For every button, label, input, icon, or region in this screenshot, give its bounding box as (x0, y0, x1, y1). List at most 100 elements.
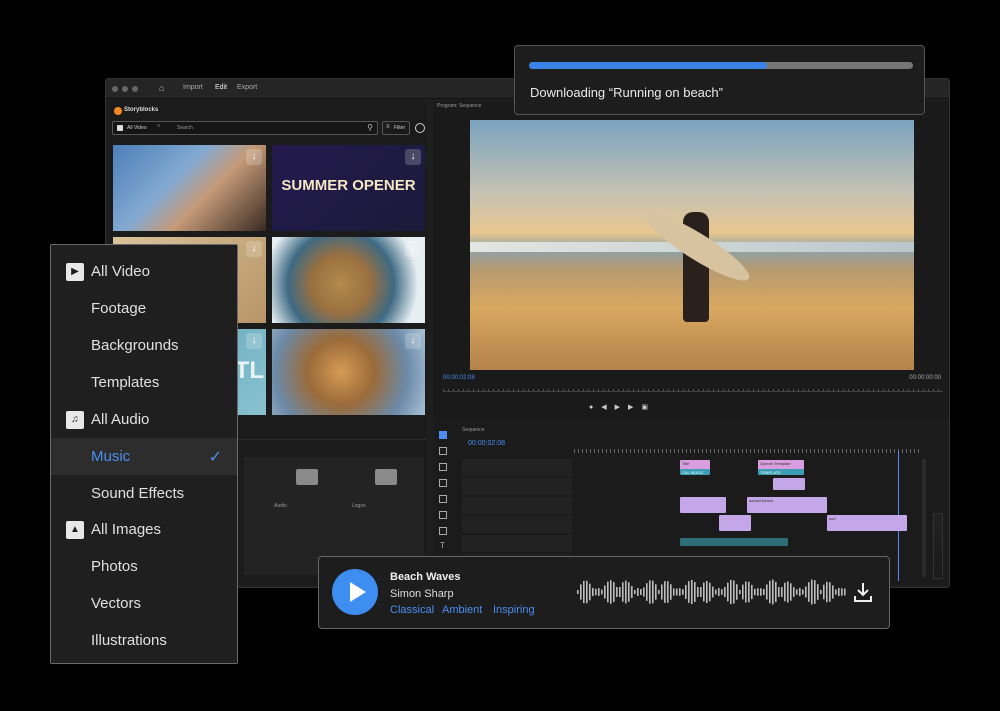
track-select-icon[interactable] (439, 447, 447, 455)
folder-icon[interactable] (375, 469, 397, 485)
waveform-bar (604, 585, 606, 599)
checkmark-icon: ✓ (208, 449, 222, 466)
timeline-clip[interactable] (680, 538, 788, 546)
download-icon[interactable]: ↓ (246, 333, 262, 349)
dropdown-item-all-images[interactable]: ▲ All Images (51, 511, 237, 548)
video-thumbnail-friends[interactable]: ↓ (113, 145, 266, 231)
program-scrubber[interactable] (443, 389, 943, 392)
video-thumbnail-summer-opener[interactable]: SUMMER OPENER ↓ (272, 145, 425, 231)
waveform-bar (826, 581, 828, 603)
dropdown-item-label: Sound Effects (91, 485, 185, 502)
timeline-clip[interactable] (680, 497, 726, 513)
waveform-bar (643, 587, 645, 597)
razor-tool-icon[interactable] (439, 479, 447, 487)
waveform-bar (598, 588, 600, 596)
timeline-clip[interactable]: CAL MUSIC TITLE (680, 469, 710, 475)
account-icon[interactable] (415, 123, 425, 133)
download-icon[interactable]: ↓ (246, 149, 262, 165)
timeline-clip[interactable] (719, 515, 751, 531)
storyblocks-logo-icon (114, 107, 122, 115)
selection-tool-icon[interactable] (439, 431, 447, 439)
filter-button[interactable]: ≡ Filter (382, 121, 410, 135)
waveform-bar (676, 588, 678, 596)
home-icon[interactable]: ⌂ (159, 83, 164, 93)
timeline-timecode: 00:00:02:08 (468, 440, 505, 447)
search-bar[interactable]: All Video ˅ Search ⚲ (112, 121, 378, 135)
menu-import[interactable]: Import (183, 84, 203, 91)
hand-tool-icon[interactable] (439, 527, 447, 535)
camera-icon[interactable]: ▣ (641, 404, 656, 411)
download-icon[interactable]: ↓ (405, 149, 421, 165)
pen-tool-icon[interactable] (439, 511, 447, 519)
filter-label: Filter (394, 125, 406, 131)
timeline-clip[interactable]: TEMPLATE (758, 469, 804, 475)
step-forward-icon[interactable]: ▶ (628, 404, 641, 411)
marker-icon[interactable]: ● (589, 404, 601, 411)
step-back-icon[interactable]: ◀ (601, 404, 614, 411)
window-minimize-dot[interactable] (122, 86, 128, 92)
waveform-bar (727, 582, 729, 602)
waveform-bar (628, 582, 630, 602)
tag-link[interactable]: Classical (390, 604, 434, 616)
waveform-bar (622, 582, 624, 602)
waveform-bar (808, 582, 810, 602)
play-button[interactable] (332, 569, 378, 615)
waveform-bar (613, 582, 615, 602)
slip-tool-icon[interactable] (439, 495, 447, 503)
waveform-bar (814, 580, 816, 604)
time-ruler[interactable] (574, 449, 919, 453)
type-tool-icon[interactable]: T (440, 541, 445, 550)
timeline-clip[interactable] (773, 478, 805, 490)
dropdown-item-vectors[interactable]: Vectors (51, 585, 237, 622)
search-input[interactable]: Search (177, 125, 193, 131)
download-icon[interactable]: ↓ (405, 333, 421, 349)
timeline-scrollbar[interactable] (922, 459, 926, 577)
dropdown-item-sound-effects[interactable]: Sound Effects (51, 475, 237, 512)
search-icon[interactable]: ⚲ (367, 123, 373, 132)
dropdown-item-footage[interactable]: Footage (51, 290, 237, 327)
timeline-clip[interactable]: sunset beach (747, 497, 827, 513)
window-maximize-dot[interactable] (132, 86, 138, 92)
menu-edit[interactable]: Edit (215, 84, 227, 91)
video-thumbnail-aerial-beach[interactable]: ↓ (272, 237, 425, 323)
filter-icon: ≡ (386, 124, 390, 130)
waveform-bar (844, 588, 846, 596)
chevron-down-icon[interactable]: ˅ (157, 124, 161, 130)
dropdown-item-templates[interactable]: Templates (51, 364, 237, 401)
dropdown-item-all-audio[interactable]: ♫ All Audio (51, 401, 237, 438)
category-select[interactable]: All Video (127, 125, 147, 131)
waveform-bar (610, 580, 612, 604)
waveform-bar (712, 586, 714, 598)
waveform-bar (769, 580, 771, 604)
waveform-bar (751, 584, 753, 600)
play-icon[interactable]: ▶ (615, 404, 628, 411)
tag-link[interactable]: Inspiring (493, 604, 535, 616)
transport-controls[interactable]: ●◀▶▶▣ (589, 403, 799, 413)
ripple-edit-icon[interactable] (439, 463, 447, 471)
download-progress-fill (529, 62, 768, 69)
dropdown-item-label: Illustrations (91, 632, 167, 649)
video-preview[interactable] (470, 120, 914, 370)
timeline-clip[interactable]: surf (827, 515, 907, 531)
dropdown-item-music[interactable]: Music ✓ (51, 438, 237, 475)
folder-icon[interactable] (296, 469, 318, 485)
track-artist: Simon Sharp (390, 588, 454, 600)
dropdown-item-illustrations[interactable]: Illustrations (51, 622, 237, 659)
menu-export[interactable]: Export (237, 84, 257, 91)
download-icon[interactable] (853, 581, 873, 603)
waveform-bar (589, 583, 591, 601)
window-close-dot[interactable] (112, 86, 118, 92)
waveform-bar (793, 587, 795, 597)
tag-link[interactable]: Ambient (442, 604, 482, 616)
dropdown-item-all-video[interactable]: ▶ All Video (51, 253, 237, 290)
dropdown-item-photos[interactable]: Photos (51, 548, 237, 585)
download-status-text: Downloading “Running on beach” (530, 85, 723, 100)
audio-meter (933, 513, 943, 579)
download-icon[interactable]: ↓ (405, 241, 421, 257)
download-icon[interactable]: ↓ (246, 241, 262, 257)
video-thumbnail-portrait[interactable]: ↓ (272, 329, 425, 415)
dropdown-item-backgrounds[interactable]: Backgrounds (51, 327, 237, 364)
waveform-bar (805, 586, 807, 598)
waveform[interactable] (577, 572, 847, 612)
waveform-bar (601, 589, 603, 595)
